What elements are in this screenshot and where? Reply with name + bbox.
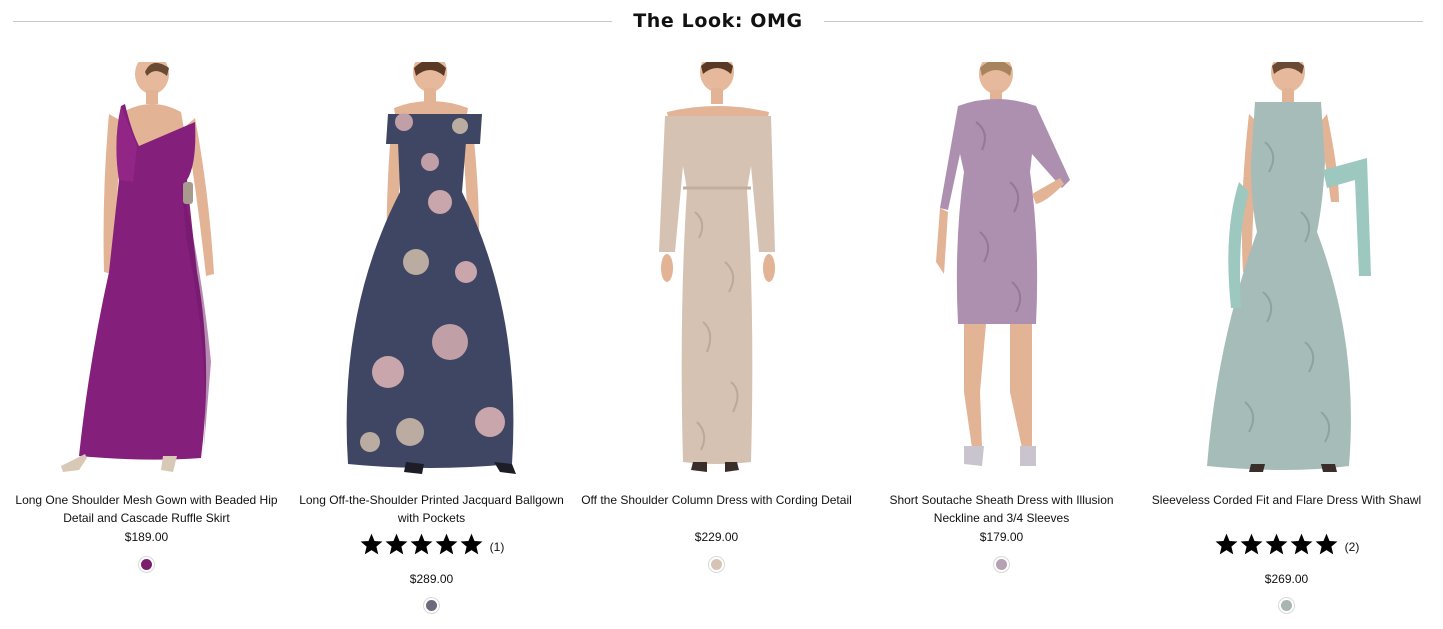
product-title[interactable]: Long One Shoulder Mesh Gown with Beaded … — [11, 491, 282, 527]
fit-and-flare-dress-image — [1207, 62, 1371, 472]
product-price: $179.00 — [979, 530, 1024, 544]
product-card[interactable]: Off the Shoulder Column Dress with Cordi… — [575, 62, 858, 629]
star-icon — [1290, 533, 1313, 555]
color-swatch[interactable] — [1278, 597, 1295, 614]
product-price: $229.00 — [694, 530, 739, 544]
product-image-link[interactable] — [1145, 62, 1428, 478]
one-shoulder-gown-image — [61, 62, 214, 472]
swatch-color — [1281, 600, 1292, 611]
swatch-color — [711, 559, 722, 570]
product-rating[interactable]: (2) — [1145, 532, 1428, 557]
star-icon — [1240, 533, 1263, 555]
star-icon — [1315, 533, 1338, 555]
product-card[interactable]: Long One Shoulder Mesh Gown with Beaded … — [5, 62, 288, 629]
sheath-dress-image — [936, 62, 1070, 466]
product-card[interactable]: Sleeveless Corded Fit and Flare Dress Wi… — [1145, 62, 1428, 629]
star-rating — [359, 532, 484, 557]
star-icon — [385, 533, 408, 555]
star-icon — [360, 533, 383, 555]
product-price: $269.00 — [1264, 572, 1309, 586]
star-rating — [1214, 532, 1339, 557]
header-divider-right — [823, 20, 1424, 22]
product-price: $289.00 — [409, 572, 454, 586]
swatch-color — [996, 559, 1007, 570]
color-swatch[interactable] — [423, 597, 440, 614]
review-count[interactable]: (2) — [1345, 540, 1360, 554]
product-grid: Long One Shoulder Mesh Gown with Beaded … — [0, 62, 1443, 629]
swatch-color — [141, 559, 152, 570]
section-title: The Look: OMG — [633, 10, 803, 32]
color-swatch[interactable] — [708, 556, 725, 573]
star-icon — [1215, 533, 1238, 555]
color-swatch[interactable] — [993, 556, 1010, 573]
star-icon — [410, 533, 433, 555]
section-header: The Look: OMG — [13, 6, 1424, 36]
product-image-link[interactable] — [575, 62, 858, 478]
product-rating[interactable]: (1) — [290, 532, 573, 557]
column-dress-image — [659, 62, 775, 472]
product-card[interactable]: Long Off-the-Shoulder Printed Jacquard B… — [290, 62, 573, 629]
product-image-link[interactable] — [5, 62, 288, 478]
product-title[interactable]: Short Soutache Sheath Dress with Illusio… — [866, 491, 1137, 527]
header-divider-left — [13, 20, 613, 22]
product-title[interactable]: Off the Shoulder Column Dress with Cordi… — [581, 491, 852, 509]
review-count[interactable]: (1) — [490, 540, 505, 554]
product-image-link[interactable] — [290, 62, 573, 478]
product-price: $189.00 — [124, 530, 169, 544]
product-title[interactable]: Sleeveless Corded Fit and Flare Dress Wi… — [1151, 491, 1422, 509]
swatch-color — [426, 600, 437, 611]
product-card[interactable]: Short Soutache Sheath Dress with Illusio… — [860, 62, 1143, 629]
product-image-link[interactable] — [860, 62, 1143, 478]
product-title[interactable]: Long Off-the-Shoulder Printed Jacquard B… — [296, 491, 567, 527]
star-icon — [1265, 533, 1288, 555]
color-swatch[interactable] — [138, 556, 155, 573]
floral-ballgown-image — [346, 62, 516, 474]
star-icon — [435, 533, 458, 555]
star-icon — [460, 533, 483, 555]
